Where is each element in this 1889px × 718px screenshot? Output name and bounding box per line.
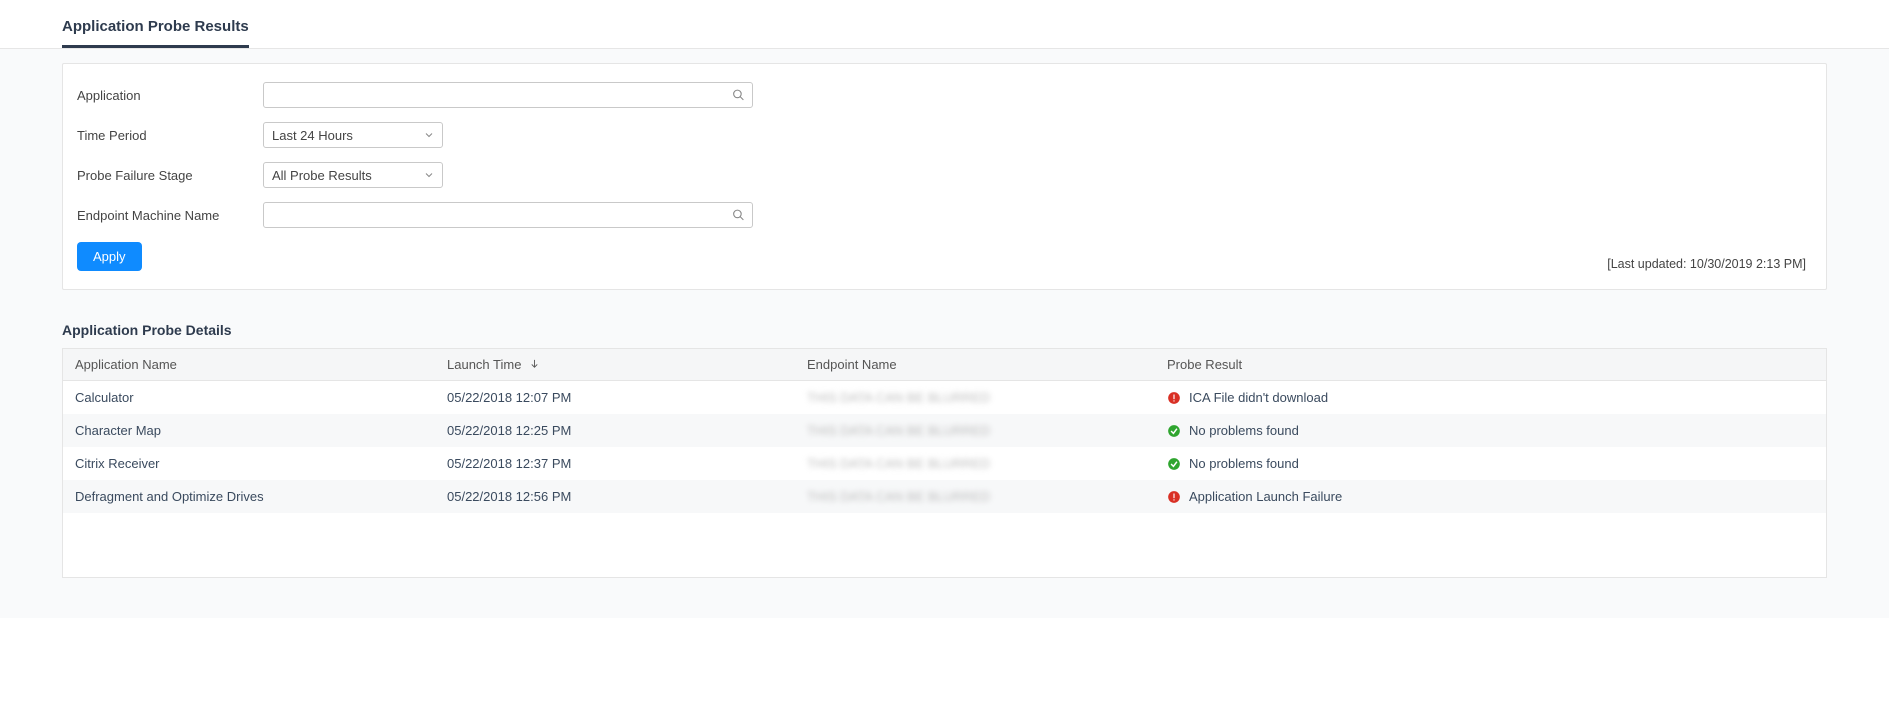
sort-arrow-down-icon bbox=[529, 358, 540, 369]
cell-probe-result: No problems found bbox=[1155, 414, 1826, 447]
filter-card: Application Time Period Last 24 Hours bbox=[62, 63, 1827, 290]
endpoint-machine-name-input[interactable] bbox=[263, 202, 753, 228]
apply-button[interactable]: Apply bbox=[77, 242, 142, 271]
tab-application-probe-results[interactable]: Application Probe Results bbox=[62, 18, 249, 48]
cell-application-name: Character Map bbox=[63, 414, 435, 447]
label-probe-failure-stage: Probe Failure Stage bbox=[77, 168, 263, 183]
cell-application-name: Calculator bbox=[63, 381, 435, 415]
column-header-launch-time[interactable]: Launch Time bbox=[435, 349, 795, 381]
table-row[interactable]: Character Map05/22/2018 12:25 PMTHIS DAT… bbox=[63, 414, 1826, 447]
label-application: Application bbox=[77, 88, 263, 103]
cell-launch-time: 05/22/2018 12:07 PM bbox=[435, 381, 795, 415]
cell-endpoint-name: THIS DATA CAN BE BLURRED bbox=[795, 447, 1155, 480]
tab-bar: Application Probe Results bbox=[0, 0, 1889, 49]
cell-probe-result: ICA File didn't download bbox=[1155, 381, 1826, 415]
table-row[interactable]: Calculator05/22/2018 12:07 PMTHIS DATA C… bbox=[63, 381, 1826, 415]
check-circle-icon bbox=[1167, 424, 1181, 438]
probe-details-table: Application Name Launch Time Endpoint Na… bbox=[62, 348, 1827, 578]
label-endpoint-machine-name: Endpoint Machine Name bbox=[77, 208, 263, 223]
probe-failure-stage-select[interactable]: All Probe Results bbox=[263, 162, 443, 188]
cell-launch-time: 05/22/2018 12:25 PM bbox=[435, 414, 795, 447]
cell-probe-result: No problems found bbox=[1155, 447, 1826, 480]
column-header-endpoint-name[interactable]: Endpoint Name bbox=[795, 349, 1155, 381]
table-row[interactable]: Defragment and Optimize Drives05/22/2018… bbox=[63, 480, 1826, 513]
label-time-period: Time Period bbox=[77, 128, 263, 143]
application-input[interactable] bbox=[263, 82, 753, 108]
alert-circle-icon bbox=[1167, 490, 1181, 504]
column-header-probe-result[interactable]: Probe Result bbox=[1155, 349, 1826, 381]
cell-probe-result: Application Launch Failure bbox=[1155, 480, 1826, 513]
cell-launch-time: 05/22/2018 12:56 PM bbox=[435, 480, 795, 513]
cell-endpoint-name: THIS DATA CAN BE BLURRED bbox=[795, 381, 1155, 415]
cell-endpoint-name: THIS DATA CAN BE BLURRED bbox=[795, 414, 1155, 447]
time-period-select[interactable]: Last 24 Hours bbox=[263, 122, 443, 148]
table-row[interactable]: Citrix Receiver05/22/2018 12:37 PMTHIS D… bbox=[63, 447, 1826, 480]
last-updated: [Last updated: 10/30/2019 2:13 PM] bbox=[1607, 257, 1806, 271]
cell-application-name: Defragment and Optimize Drives bbox=[63, 480, 435, 513]
cell-endpoint-name: THIS DATA CAN BE BLURRED bbox=[795, 480, 1155, 513]
cell-launch-time: 05/22/2018 12:37 PM bbox=[435, 447, 795, 480]
section-title-probe-details: Application Probe Details bbox=[62, 322, 1827, 338]
alert-circle-icon bbox=[1167, 391, 1181, 405]
check-circle-icon bbox=[1167, 457, 1181, 471]
column-header-application-name[interactable]: Application Name bbox=[63, 349, 435, 381]
cell-application-name: Citrix Receiver bbox=[63, 447, 435, 480]
